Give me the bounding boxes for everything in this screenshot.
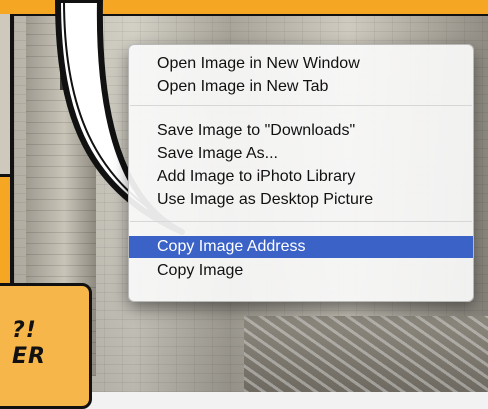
caption-line-2: ER bbox=[12, 344, 46, 369]
menu-item-add-to-iphoto[interactable]: Add Image to iPhoto Library bbox=[129, 166, 473, 188]
menu-separator bbox=[130, 221, 472, 222]
menu-item-copy-image[interactable]: Copy Image bbox=[129, 260, 473, 282]
comic-caption-text: ?! ER bbox=[12, 318, 92, 370]
menu-item-save-to-downloads[interactable]: Save Image to "Downloads" bbox=[129, 120, 473, 142]
menu-item-open-new-tab[interactable]: Open Image in New Tab bbox=[129, 76, 473, 98]
menu-item-open-new-window[interactable]: Open Image in New Window bbox=[129, 53, 473, 75]
context-menu: Open Image in New Window Open Image in N… bbox=[128, 44, 474, 302]
menu-item-use-as-desktop[interactable]: Use Image as Desktop Picture bbox=[129, 189, 473, 211]
menu-item-copy-image-address[interactable]: Copy Image Address bbox=[129, 236, 473, 258]
caption-line-1: ?! bbox=[12, 318, 37, 343]
menu-separator bbox=[130, 105, 472, 106]
menu-item-save-image-as[interactable]: Save Image As... bbox=[129, 143, 473, 165]
